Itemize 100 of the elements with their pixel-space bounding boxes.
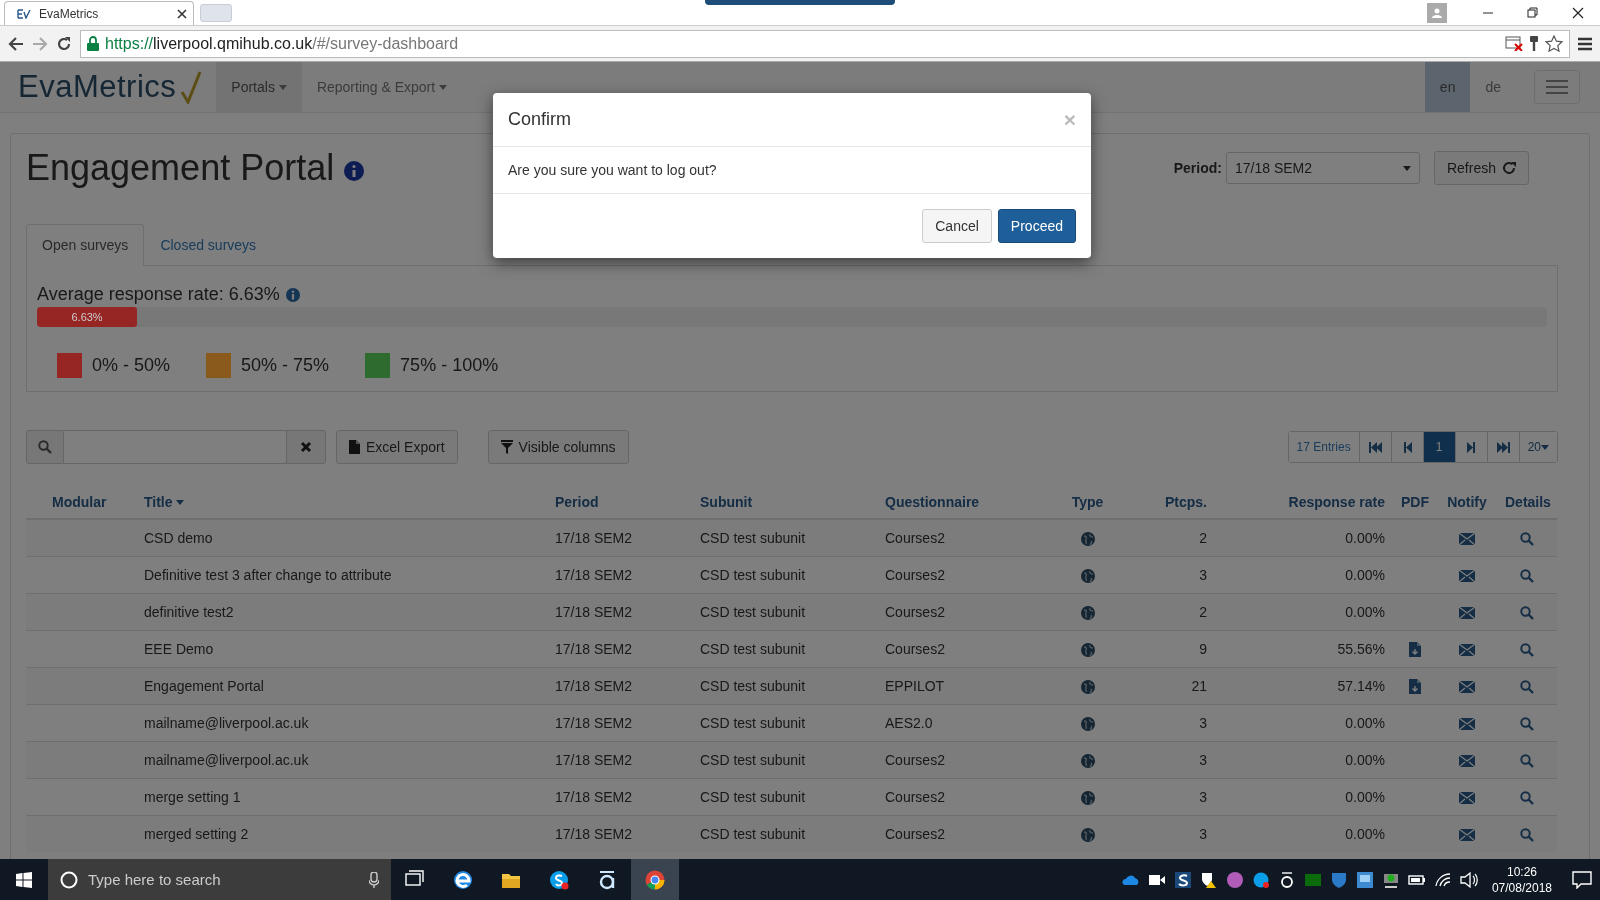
dialog-title: Confirm — [508, 109, 572, 130]
notification-icon[interactable] — [1572, 870, 1592, 889]
search-icon[interactable] — [1520, 754, 1534, 769]
browser-tab[interactable]: EvaMetrics — [4, 1, 194, 25]
url-text: https://liverpool.qmihub.co.uk/#/survey-dashboard — [105, 34, 460, 53]
envelope-icon[interactable] — [1459, 570, 1475, 583]
table-cell: 17/18 SEM2 — [547, 519, 692, 557]
envelope-icon[interactable] — [1459, 681, 1475, 694]
table-cell: 17/18 SEM2 — [547, 704, 692, 742]
close-icon[interactable] — [1571, 6, 1584, 19]
tray-app-icon[interactable] — [1173, 870, 1192, 889]
info-icon[interactable] — [285, 287, 300, 302]
chrome-icon — [645, 869, 665, 890]
mail-app-icon — [597, 869, 617, 890]
close-button[interactable]: × — [1063, 107, 1076, 132]
profile-button[interactable] — [1427, 2, 1447, 23]
table-cell: CSD test subunit — [692, 778, 877, 816]
padlock-icon — [87, 36, 99, 51]
globe-icon — [1080, 643, 1095, 658]
globe-icon — [1080, 754, 1095, 769]
table-cell: 3 — [1125, 704, 1215, 742]
language-link[interactable]: en — [1424, 62, 1471, 112]
circle-icon — [60, 870, 78, 889]
caret-icon — [278, 84, 287, 90]
menu-button[interactable] — [1534, 70, 1580, 104]
search-icon[interactable] — [1520, 532, 1534, 547]
reload-icon[interactable] — [56, 35, 72, 52]
envelope-icon[interactable] — [1459, 718, 1475, 731]
table-cell: Courses2 — [877, 741, 1050, 779]
person-icon — [1432, 7, 1442, 18]
nav-menu[interactable]: Portals — [216, 62, 302, 112]
avatar-icon[interactable] — [1225, 870, 1244, 889]
chat-app-icon[interactable] — [1251, 870, 1270, 889]
globe-icon — [1080, 828, 1095, 843]
table-cell: Courses2 — [877, 815, 1050, 852]
address-field[interactable]: https://liverpool.qmihub.co.uk/#/survey-dashboard — [80, 29, 1570, 58]
close-icon[interactable] — [177, 8, 187, 19]
nav-menu[interactable]: Reporting & Export — [301, 62, 463, 112]
envelope-icon[interactable] — [1459, 829, 1475, 842]
table-cell: Courses2 — [877, 556, 1050, 594]
refresh-button[interactable]: Refresh — [1433, 151, 1529, 185]
table-cell: definitive test2 — [136, 593, 547, 631]
search-icon[interactable] — [1520, 717, 1534, 732]
table-cell: Definitive test 3 after change to attribute — [136, 556, 547, 594]
table-cell: CSD test subunit — [692, 556, 877, 594]
blocked-popup-icon[interactable] — [1505, 36, 1523, 51]
file-download-icon[interactable] — [1409, 679, 1421, 695]
table-cell: 0.00% — [1215, 741, 1393, 779]
excel-export-button[interactable]: Excel Export — [336, 430, 458, 464]
dialog-message: Are you sure you want to log out? — [508, 162, 717, 178]
search-icon[interactable] — [1520, 828, 1534, 843]
brand-logo[interactable]: EvaMetrics — [18, 69, 177, 105]
restore-icon[interactable] — [1526, 6, 1539, 19]
cancel-button[interactable]: Cancel — [922, 209, 992, 243]
search-icon[interactable] — [1520, 791, 1534, 806]
table-cell: 9 — [1125, 630, 1215, 668]
info-icon[interactable] — [344, 161, 365, 181]
search-field[interactable] — [64, 430, 286, 464]
taskbar-search-field[interactable]: Type here to search — [48, 859, 391, 900]
key-icon[interactable] — [1529, 35, 1539, 52]
table-cell: 3 — [1125, 815, 1215, 852]
caret-icon — [439, 84, 448, 90]
clock-date[interactable]: 07/08/2018 — [1491, 879, 1552, 896]
speaker-icon[interactable] — [1459, 870, 1478, 889]
table-cell: EPPILOT — [877, 667, 1050, 705]
table-cell: mailname@liverpool.ac.uk — [136, 704, 547, 742]
table-cell: CSD test subunit — [692, 519, 877, 557]
clock-time[interactable]: 10:26 — [1506, 863, 1537, 880]
table-cell: Engagement Portal — [136, 667, 547, 705]
search-icon[interactable] — [1520, 606, 1534, 621]
file-download-icon[interactable] — [1409, 642, 1421, 658]
monitor-icon[interactable] — [1355, 870, 1374, 889]
wifi-icon[interactable] — [1433, 870, 1452, 889]
table-cell: 0.00% — [1215, 593, 1393, 631]
refresh-icon — [1502, 161, 1516, 175]
search-icon[interactable] — [1520, 643, 1534, 658]
table-cell: 17/18 SEM2 — [547, 630, 692, 668]
language-link[interactable]: de — [1470, 62, 1516, 112]
period-select[interactable]: 17/18 SEM2 — [1225, 152, 1420, 184]
star-icon[interactable] — [1545, 34, 1563, 53]
table-cell: 2 — [1125, 593, 1215, 631]
back-icon[interactable] — [8, 36, 24, 51]
envelope-icon[interactable] — [1459, 644, 1475, 657]
clear-button[interactable] — [286, 430, 326, 464]
shield-icon[interactable] — [1199, 870, 1218, 889]
proceed-button[interactable]: Proceed — [997, 209, 1076, 243]
envelope-icon[interactable] — [1459, 792, 1475, 805]
globe-icon — [1080, 569, 1095, 584]
envelope-icon[interactable] — [1459, 607, 1475, 620]
tab[interactable]: Open surveys — [26, 224, 145, 266]
visible-columns-button[interactable]: Visible columns — [487, 430, 629, 464]
table-cell: 0.00% — [1215, 815, 1393, 852]
table-cell: 17/18 SEM2 — [547, 667, 692, 705]
search-icon[interactable] — [1520, 680, 1534, 695]
search-icon[interactable] — [1520, 569, 1534, 584]
envelope-icon[interactable] — [1459, 755, 1475, 768]
tab[interactable]: Closed surveys — [144, 224, 273, 266]
table-cell: 0.00% — [1215, 519, 1393, 557]
menu-icon[interactable] — [1578, 36, 1592, 51]
envelope-icon[interactable] — [1459, 533, 1475, 546]
